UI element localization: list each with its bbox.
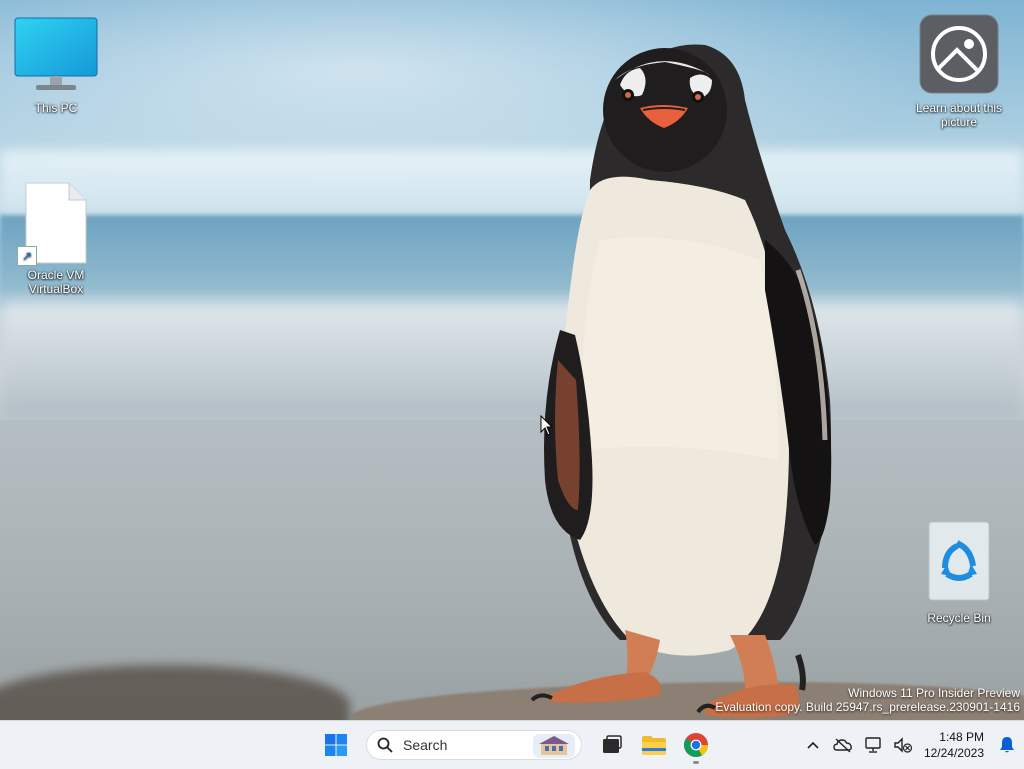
chevron-up-icon <box>807 741 819 749</box>
file-explorer-icon <box>642 736 666 755</box>
network-button[interactable] <box>858 725 888 765</box>
penguin-wallpaper-image <box>530 44 832 718</box>
clock-time: 1:48 PM <box>939 730 984 744</box>
desktop[interactable]: This PC ↗ Oracle VM VirtualBox Learn abo… <box>0 0 1024 720</box>
virtualbox-desktop-icon[interactable]: ↗ Oracle VM VirtualBox <box>11 182 101 296</box>
wallpaper-sea <box>0 215 1024 310</box>
mouse-cursor-icon <box>540 415 554 436</box>
show-hidden-icons-button[interactable] <box>798 725 828 765</box>
volume-muted-icon <box>894 737 913 753</box>
task-view-button[interactable] <box>594 725 630 765</box>
search-icon <box>377 737 393 753</box>
chrome-button[interactable] <box>678 725 714 765</box>
start-button[interactable] <box>318 725 354 765</box>
file-explorer-button[interactable] <box>636 725 672 765</box>
taskbar-pinned-apps <box>318 721 714 769</box>
network-icon <box>865 737 881 753</box>
this-pc-label: This PC <box>34 101 78 115</box>
windows-watermark: Windows 11 Pro Insider Preview Evaluatio… <box>715 686 1020 714</box>
start-icon <box>325 734 347 756</box>
learn-about-picture-desktop-icon[interactable]: Learn about this picture <box>914 14 1004 129</box>
notifications-button[interactable] <box>990 725 1024 765</box>
recycle-bin-icon <box>928 521 990 601</box>
search-highlight-icon <box>533 734 575 758</box>
this-pc-desktop-icon[interactable]: This PC <box>11 16 101 115</box>
search-input[interactable] <box>401 736 525 754</box>
task-view-icon <box>603 735 622 753</box>
learn-about-picture-label: Learn about this picture <box>915 101 1003 129</box>
spotlight-camera-icon <box>919 14 999 94</box>
shortcut-arrow-icon: ↗ <box>17 246 37 266</box>
recycle-bin-desktop-icon[interactable]: Recycle Bin <box>914 520 1004 625</box>
watermark-edition: Windows 11 Pro Insider Preview <box>848 686 1020 700</box>
onedrive-icon <box>833 738 852 753</box>
virtualbox-label: Oracle VM VirtualBox <box>27 268 85 296</box>
system-tray: 1:48 PM 12/24/2023 <box>798 721 1024 769</box>
onedrive-button[interactable] <box>828 725 858 765</box>
notification-bell-icon <box>1000 737 1014 753</box>
taskbar-search-box[interactable] <box>366 730 582 760</box>
taskbar-clock[interactable]: 1:48 PM 12/24/2023 <box>918 729 990 761</box>
wallpaper-surf <box>0 300 1024 420</box>
clock-date: 12/24/2023 <box>923 746 984 760</box>
volume-button[interactable] <box>888 725 918 765</box>
taskbar: 1:48 PM 12/24/2023 <box>0 720 1024 769</box>
monitor-icon <box>14 17 98 90</box>
running-indicator <box>693 761 699 764</box>
watermark-build: Evaluation copy. Build 25947.rs_prerelea… <box>715 700 1020 714</box>
chrome-icon <box>684 733 708 758</box>
recycle-bin-label: Recycle Bin <box>927 611 991 625</box>
